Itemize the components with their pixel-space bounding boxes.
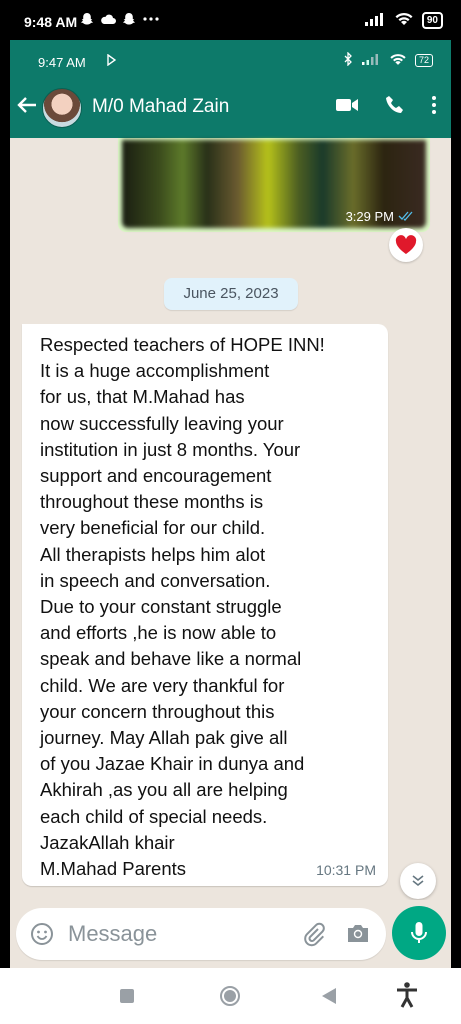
message-line: each child of special needs. bbox=[40, 805, 268, 827]
inner-status-bar: 9:47 AM 72 bbox=[10, 40, 451, 80]
double-chevron-down-icon bbox=[412, 875, 424, 887]
snapchat-icon bbox=[80, 12, 94, 29]
outer-notification-icons bbox=[80, 12, 160, 29]
battery-icon: 90 bbox=[421, 12, 443, 29]
signal-icon bbox=[364, 12, 386, 29]
image-message-time: 3:29 PM bbox=[345, 209, 394, 224]
message-line: Akhirah ,as you all are helping bbox=[40, 779, 288, 801]
message-line: your concern throughout this bbox=[40, 700, 275, 722]
accessibility-icon bbox=[397, 982, 417, 1008]
mic-icon bbox=[411, 922, 427, 943]
play-icon bbox=[106, 53, 117, 69]
message-line: journey. May Allah pak give all bbox=[40, 727, 288, 749]
message-line: now successfully leaving your bbox=[40, 412, 284, 434]
message-text: Respected teachers of HOPE INN! It is a h… bbox=[40, 332, 384, 882]
signal-icon bbox=[361, 53, 381, 68]
heart-reaction[interactable] bbox=[389, 228, 423, 262]
cloud-icon bbox=[100, 12, 116, 29]
attach-icon[interactable] bbox=[300, 921, 326, 952]
more-options-icon[interactable] bbox=[431, 95, 437, 120]
message-line: institution in just 8 months. Your bbox=[40, 438, 301, 460]
back-button[interactable] bbox=[322, 988, 336, 1009]
bluetooth-icon bbox=[343, 51, 353, 69]
message-composer: Message bbox=[10, 900, 451, 968]
inner-system-icons: 72 bbox=[343, 51, 433, 69]
message-time: 10:31 PM bbox=[316, 862, 376, 878]
message-line: throughout these months is bbox=[40, 491, 264, 513]
contact-name[interactable]: M/0 Mahad Zain bbox=[92, 96, 229, 118]
camera-icon[interactable] bbox=[346, 922, 370, 949]
inner-clock: 9:47 AM bbox=[38, 55, 86, 70]
back-arrow-icon[interactable] bbox=[16, 94, 38, 123]
square-icon bbox=[120, 989, 134, 1003]
back-triangle-icon bbox=[322, 988, 336, 1004]
outer-status-bar: 9:48 AM 90 bbox=[0, 0, 461, 40]
message-line: and efforts ,he is now able to bbox=[40, 622, 277, 644]
home-button[interactable] bbox=[219, 985, 241, 1012]
accessibility-button[interactable] bbox=[396, 982, 418, 1013]
incoming-message[interactable]: Respected teachers of HOPE INN! It is a h… bbox=[22, 324, 388, 886]
recents-button[interactable] bbox=[120, 989, 134, 1008]
message-line: It is a huge accomplishment bbox=[40, 360, 270, 382]
date-separator: June 25, 2023 bbox=[164, 278, 298, 310]
message-line: Due to your constant struggle bbox=[40, 596, 282, 618]
phone-call-icon[interactable] bbox=[385, 95, 405, 120]
message-line: for us, that M.Mahad has bbox=[40, 386, 245, 408]
android-nav-bar bbox=[0, 968, 461, 1024]
emoji-icon[interactable] bbox=[30, 922, 54, 951]
header-actions bbox=[335, 95, 437, 120]
wifi-icon bbox=[394, 12, 414, 29]
mic-button[interactable] bbox=[392, 906, 446, 960]
image-message-meta: 3:29 PM bbox=[346, 209, 414, 224]
snapchat-icon bbox=[122, 12, 136, 29]
message-line: Respected teachers of HOPE INN! bbox=[40, 334, 325, 355]
scroll-to-bottom-button[interactable] bbox=[400, 863, 436, 899]
message-line: support and encouragement bbox=[40, 465, 272, 487]
message-line: child. We are very thankful for bbox=[40, 674, 285, 696]
message-line: JazakAllah khair bbox=[40, 831, 175, 853]
home-circle-icon bbox=[220, 986, 240, 1006]
message-line: speak and behave like a normal bbox=[40, 648, 302, 670]
double-check-icon bbox=[398, 209, 414, 224]
chat-area[interactable]: 3:29 PM June 25, 2023 Respected teachers… bbox=[10, 138, 451, 908]
phone-frame: 9:48 AM 90 9:47 AM 72 M/0 Mahad Zain 3:2… bbox=[0, 0, 461, 1024]
outer-clock: 9:48 AM bbox=[24, 14, 78, 30]
heart-icon bbox=[395, 235, 417, 254]
avatar[interactable] bbox=[42, 88, 82, 128]
battery-icon: 72 bbox=[414, 54, 433, 67]
message-line: of you Jazae Khair in dunya and bbox=[40, 753, 305, 775]
message-placeholder: Message bbox=[68, 921, 158, 946]
more-dots-icon bbox=[142, 12, 160, 29]
message-line: very beneficial for our child. bbox=[40, 517, 266, 539]
message-line: All therapists helps him alot bbox=[40, 543, 266, 565]
outer-system-icons: 90 bbox=[364, 12, 443, 29]
message-input[interactable]: Message bbox=[16, 908, 386, 960]
image-message[interactable]: 3:29 PM bbox=[118, 138, 430, 232]
wifi-icon bbox=[389, 53, 407, 69]
whatsapp-screen: 9:47 AM 72 M/0 Mahad Zain 3:29 PM June 2… bbox=[10, 40, 451, 968]
message-line: in speech and conversation. bbox=[40, 569, 271, 591]
video-call-icon[interactable] bbox=[335, 97, 359, 118]
chat-header: M/0 Mahad Zain bbox=[10, 80, 451, 138]
